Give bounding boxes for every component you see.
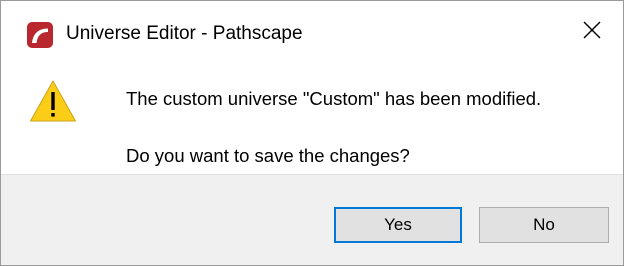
no-button[interactable]: No xyxy=(479,207,609,243)
window-title: Universe Editor - Pathscape xyxy=(66,23,303,44)
message-text-modified: The custom universe "Custom" has been mo… xyxy=(126,88,542,109)
message-area: The custom universe "Custom" has been mo… xyxy=(1,63,623,174)
dialog-window: Universe Editor - Pathscape The custom u… xyxy=(0,0,624,266)
title-bar[interactable]: Universe Editor - Pathscape xyxy=(1,1,623,63)
message-text-question: Do you want to save the changes? xyxy=(126,145,410,166)
close-icon xyxy=(582,20,602,45)
button-bar: Yes No xyxy=(1,174,623,265)
warning-icon xyxy=(29,79,77,123)
close-button[interactable] xyxy=(561,1,623,63)
yes-button[interactable]: Yes xyxy=(334,207,462,243)
pathscape-logo-icon xyxy=(27,22,53,48)
